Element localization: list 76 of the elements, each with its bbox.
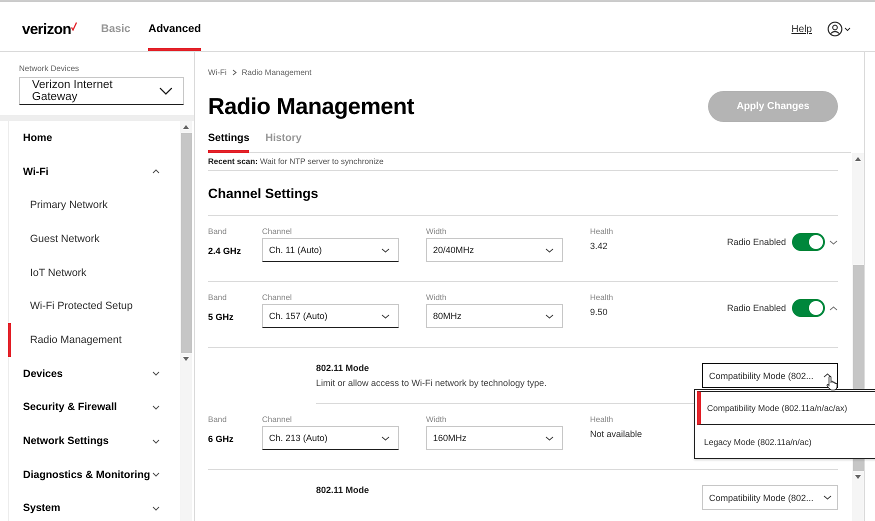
mode-select[interactable]: Compatibility Mode (802... [702,363,838,388]
field-label: Width [426,293,448,304]
breadcrumb-current: Radio Management [242,68,312,77]
width-select[interactable]: 80MHz [426,304,563,328]
mode-title: 802.11 Mode [316,363,370,373]
nav-section[interactable]: Network Settings [9,424,180,458]
help-link[interactable]: Help [791,24,812,34]
chevron-down-icon [823,495,832,500]
field-label: Health [590,415,614,426]
health-value: 3.42 [590,241,609,251]
section-title: Channel Settings [208,171,838,216]
breadcrumb-link[interactable]: Wi-Fi [208,68,227,77]
channel-select[interactable]: Ch. 11 (Auto) [262,238,399,262]
nav-item[interactable]: Guest Network [8,222,180,256]
dropdown-option[interactable]: Legacy Mode (802.11a/n/ac) [695,426,875,458]
chevron-down-icon [381,436,390,440]
chevron-right-icon [232,69,237,76]
chevron-down-icon [545,436,554,440]
check-mark-icon [71,22,78,30]
band-value: 6 GHz [208,434,235,444]
nav-section[interactable]: Security & Firewall [9,390,180,424]
field-label: Band [208,227,228,238]
width-select[interactable]: 20/40MHz [426,238,563,262]
field-label: Health [590,227,614,238]
chevron-down-icon [381,248,390,252]
dropdown-option[interactable]: Compatibility Mode (802.11a/n/ac/ax) [697,391,875,425]
device-select[interactable]: Verizon Internet Gateway [19,77,184,105]
chevron-down-icon [381,314,390,318]
chevron-up-icon[interactable] [829,306,838,310]
band-value: 5 GHz [208,312,235,322]
radio-toggle[interactable] [792,233,825,251]
width-select[interactable]: 160MHz [426,426,563,450]
chevron-down-icon [545,248,554,252]
field-label: Band [208,293,228,304]
page-title: Radio Management [208,93,414,120]
field-label: Channel [262,293,293,304]
user-menu-icon[interactable] [827,21,853,37]
nav-section[interactable]: Diagnostics & Monitoring [9,458,180,492]
field-label: Health [590,293,614,304]
scroll-down-icon[interactable] [183,357,189,361]
chevron-down-icon[interactable] [829,240,838,244]
radio-toggle[interactable] [792,299,825,317]
field-label: Network Devices [19,64,80,73]
nav-item[interactable]: IoT Network [8,256,180,290]
field-label: Channel [262,227,293,238]
nav-section[interactable]: Wi-Fi [9,154,180,188]
mode-title: 802.11 Mode [316,485,370,495]
nav-tab[interactable]: Advanced [148,7,201,51]
field-label: Width [426,415,448,426]
mode-select[interactable]: Compatibility Mode (802... [702,485,838,510]
chevron-down-icon [159,87,173,95]
health-value: 9.50 [590,307,609,317]
nav-item[interactable]: Primary Network [8,188,180,222]
band-value: 2.4 GHz [208,246,242,256]
recent-scan-text: Recent scan: Wait for NTP server to synchronize [208,153,838,171]
channel-select[interactable]: Ch. 213 (Auto) [262,426,399,450]
toggle-label: Radio Enabled [726,303,786,313]
nav-section[interactable]: System [9,492,180,521]
chevron-down-icon [545,314,554,318]
toggle-label: Radio Enabled [726,237,786,247]
chevron-up-icon [823,373,832,378]
field-label: Width [426,227,448,238]
mode-description: Limit or allow access to Wi-Fi network by technology type. [316,378,547,388]
channel-select[interactable]: Ch. 157 (Auto) [262,304,399,328]
scroll-down-icon[interactable] [855,475,861,479]
nav-item[interactable]: Wi-Fi Protected Setup [8,289,180,324]
logo-text: verizon [22,20,72,38]
scrollbar[interactable] [180,121,192,521]
field-label: Channel [262,415,293,426]
scroll-up-icon[interactable] [183,125,189,129]
health-value: Not available [590,429,644,439]
field-label: Band [208,415,228,426]
page-tab[interactable]: Settings [208,128,250,153]
scroll-up-icon[interactable] [855,157,861,161]
nav-section[interactable]: Home [9,121,180,155]
nav-section[interactable]: Devices [9,356,180,390]
